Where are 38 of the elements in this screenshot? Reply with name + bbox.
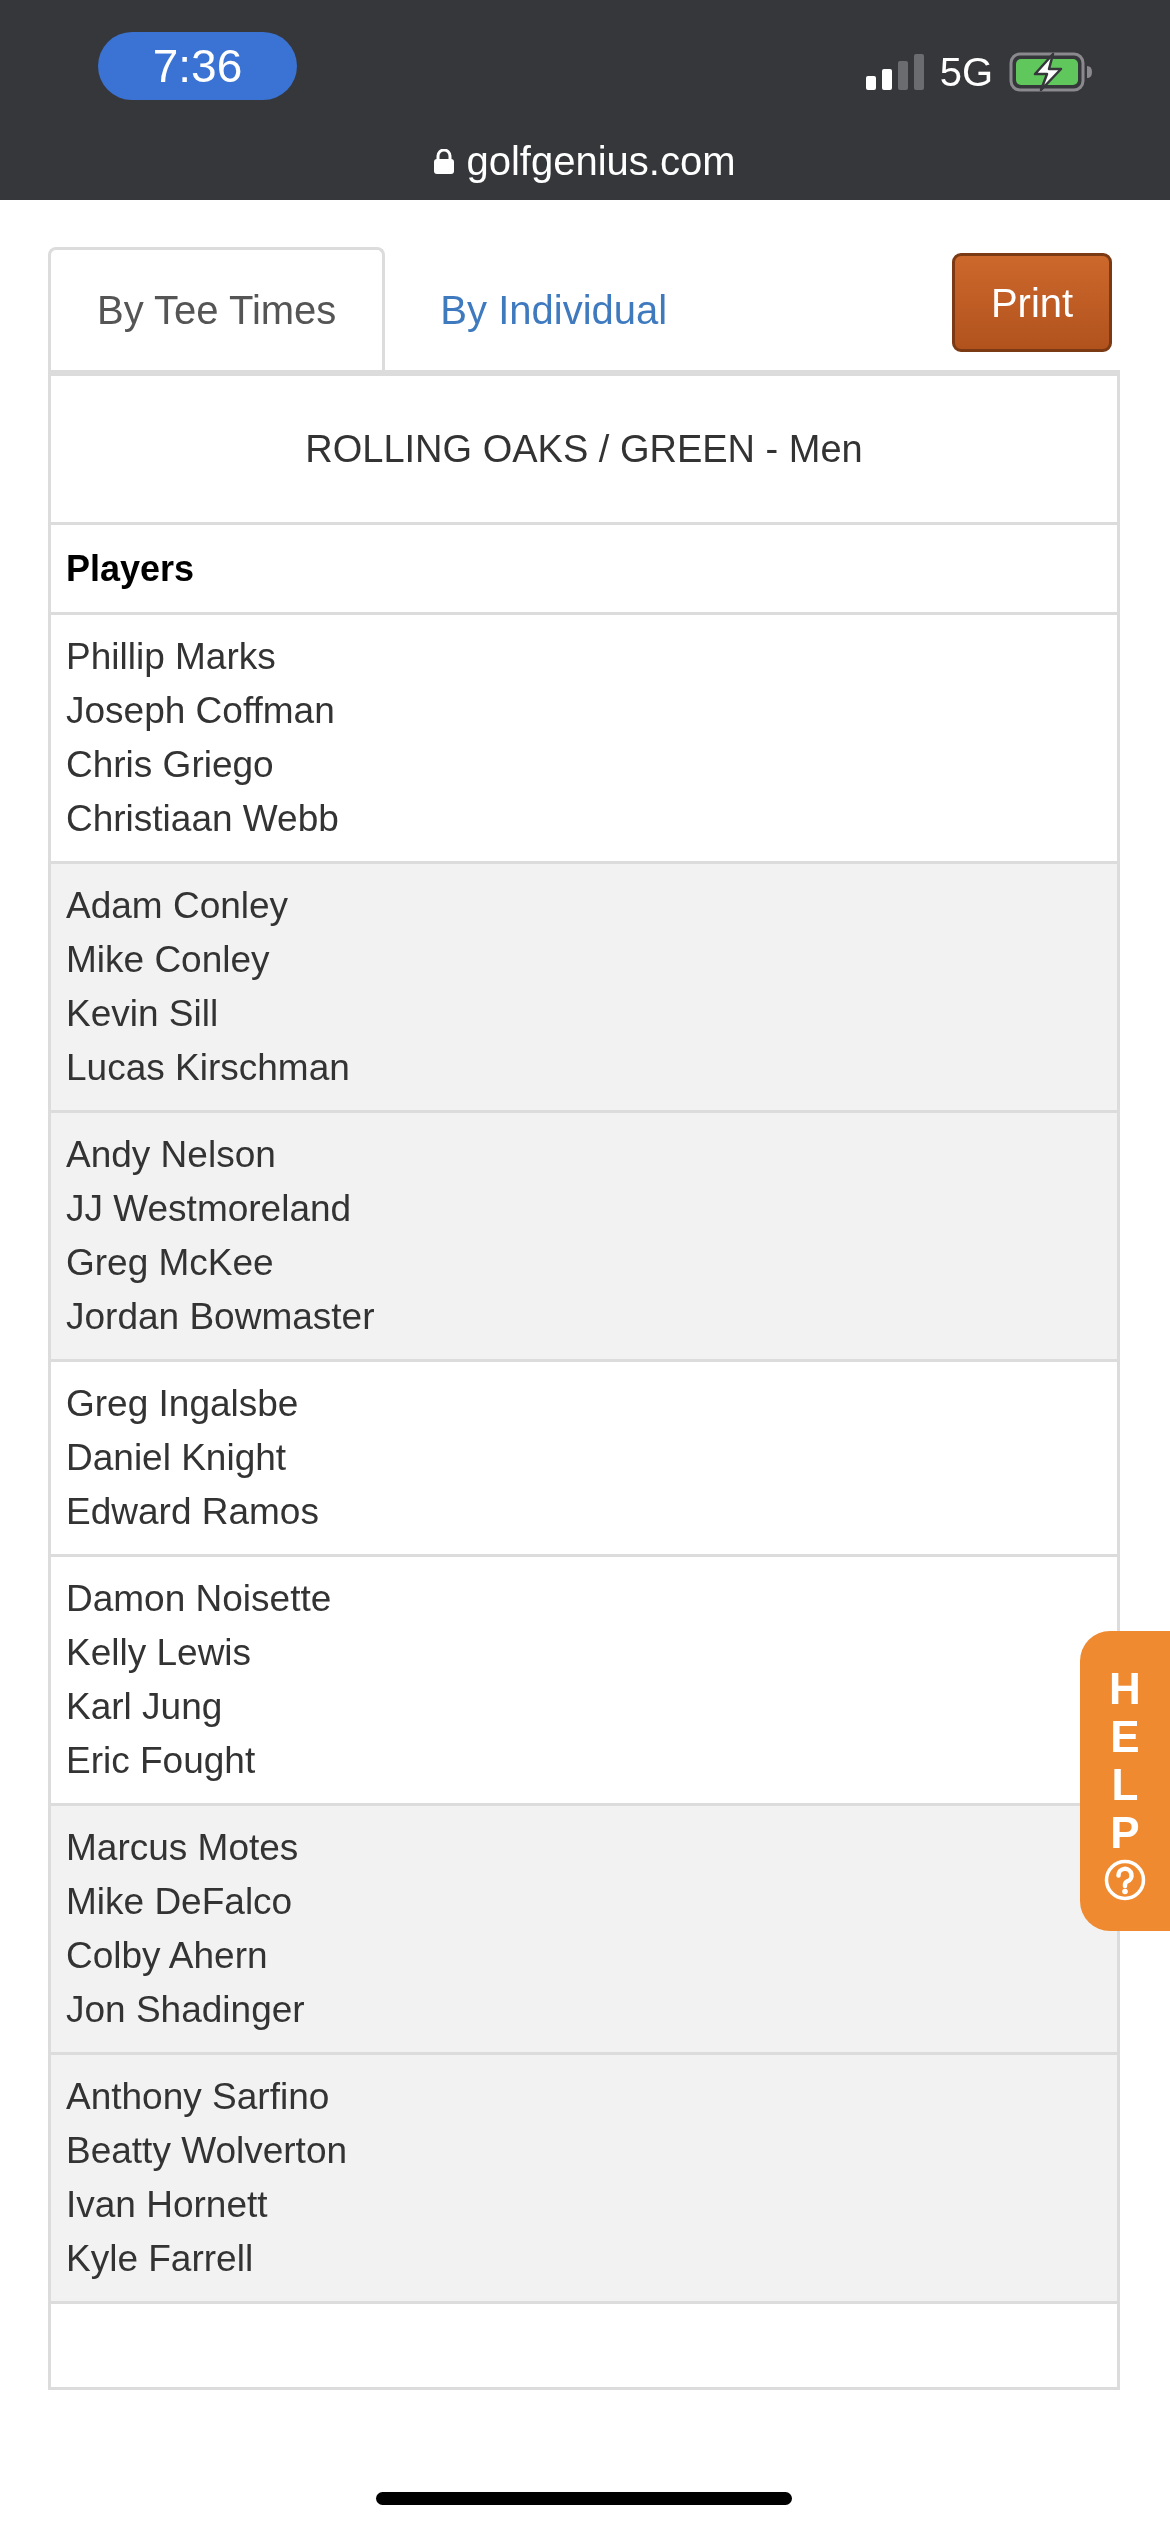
network-label: 5G [939, 52, 993, 92]
help-tab[interactable]: HELP [1080, 1631, 1170, 1931]
table-title: ROLLING OAKS / GREEN - Men [305, 426, 863, 472]
player-name: JJ Westmoreland [66, 1187, 352, 1231]
player-name: Colby Ahern [66, 1934, 268, 1978]
player-name: Mike DeFalco [66, 1880, 293, 1924]
player-name: Kelly Lewis [66, 1631, 252, 1675]
player-name: Jon Shadinger [66, 1988, 305, 2032]
player-name: Lucas Kirschman [66, 1046, 350, 1090]
player-name: Greg Ingalsbe [66, 1382, 299, 1426]
tab[interactable]: By Individual [385, 247, 723, 370]
url-text[interactable]: golfgenius.com [466, 139, 736, 183]
player-name: Eric Fought [66, 1739, 256, 1783]
player-name: Greg McKee [66, 1241, 274, 1285]
player-name: Edward Ramos [66, 1490, 319, 1534]
player-name: Joseph Coffman [66, 689, 335, 733]
player-name: Daniel Knight [66, 1436, 287, 1480]
player-name: Kyle Farrell [66, 2237, 254, 2281]
player-name: Chris Griego [66, 743, 274, 787]
signal-icon [865, 54, 924, 90]
player-name: Karl Jung [66, 1685, 223, 1729]
player-name: Beatty Wolverton [66, 2129, 348, 2173]
player-name: Adam Conley [66, 884, 289, 928]
question-circle-icon [1104, 1859, 1146, 1901]
player-name: Phillip Marks [66, 635, 276, 679]
player-name: Damon Noisette [66, 1577, 332, 1621]
status-time: 7:36 [98, 32, 297, 100]
player-name: Marcus Motes [66, 1826, 299, 1870]
player-name: Ivan Hornett [66, 2183, 268, 2227]
column-header: Players [66, 546, 195, 591]
player-name: Christiaan Webb [66, 797, 339, 841]
player-name: Anthony Sarfino [66, 2075, 330, 2119]
player-name: Kevin Sill [66, 992, 219, 1036]
player-name: Mike Conley [66, 938, 270, 982]
player-name: Andy Nelson [66, 1133, 276, 1177]
tab[interactable]: By Tee Times [48, 247, 386, 370]
player-name: Jordan Bowmaster [66, 1295, 375, 1339]
print-button[interactable]: Print [952, 253, 1112, 352]
